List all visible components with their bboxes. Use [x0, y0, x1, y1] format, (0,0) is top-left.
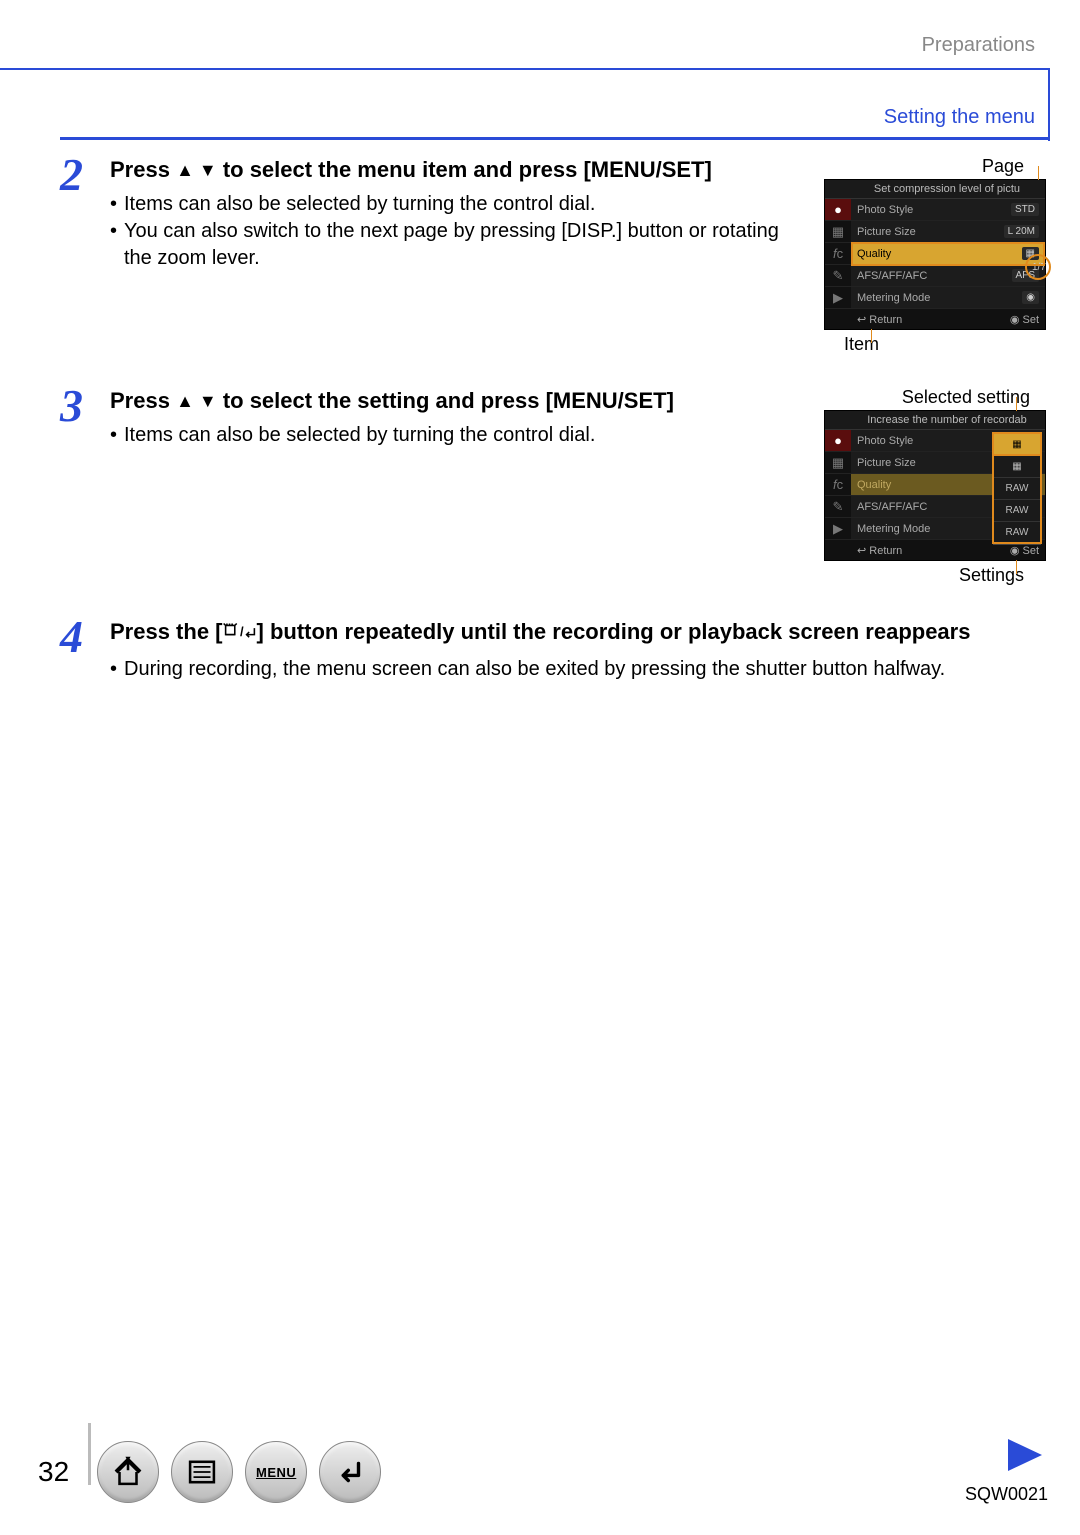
figure-label-item: Item: [820, 334, 1050, 355]
callout-line: [1038, 166, 1039, 180]
content-area: 2 Press ▲ ▼ to select the menu item and …: [60, 152, 1050, 711]
camera-menu-screenshot-1: Set compression level of pictu ● ▦ fc ✎ …: [824, 179, 1046, 330]
step-number: 3: [60, 383, 110, 429]
cam-header: Set compression level of pictu: [825, 180, 1045, 199]
cam-tab-setup-icon: ✎: [825, 496, 851, 518]
cam-tab-motion-icon: ▦: [825, 452, 851, 474]
step-number: 4: [60, 614, 110, 660]
home-icon: [111, 1455, 145, 1489]
step-3-bullets: Items can also be selected by turning th…: [110, 422, 802, 449]
section-header: Preparations: [922, 34, 1035, 57]
delete-return-icon: /: [223, 621, 257, 650]
cam-tab-rec-icon: ●: [825, 430, 851, 452]
step-3: 3 Press ▲ ▼ to select the setting and pr…: [60, 383, 1050, 586]
cam-tab-motion-icon: ▦: [825, 221, 851, 243]
toc-button[interactable]: [171, 1441, 233, 1503]
toc-icon: [185, 1455, 219, 1489]
footer-divider: [88, 1423, 91, 1485]
up-down-icon: ▲ ▼: [176, 391, 217, 411]
step-4-bullets: During recording, the menu screen can al…: [110, 656, 1050, 683]
svg-text:/: /: [240, 624, 244, 639]
next-page-arrow[interactable]: [1008, 1439, 1042, 1471]
step-2-bullets: Items can also be selected by turning th…: [110, 191, 802, 272]
step-4: 4 Press the [/] button repeatedly until …: [60, 614, 1050, 683]
back-button[interactable]: [319, 1441, 381, 1503]
item-callout-rect: [851, 242, 1045, 266]
menu-button[interactable]: MENU: [245, 1441, 307, 1503]
camera-menu-screenshot-2: Increase the number of recordab ● ▦ fc ✎…: [824, 410, 1046, 561]
cam-set: ◉ Set: [1010, 313, 1039, 326]
document-code: SQW0021: [965, 1484, 1048, 1505]
divider: [60, 137, 1050, 140]
step-number: 2: [60, 152, 110, 198]
header-rule: [0, 68, 1050, 70]
bullet-item: You can also switch to the next page by …: [110, 218, 802, 272]
cam-tab-custom-icon: fc: [825, 243, 851, 265]
cam-menu-row: Metering Mode◉: [851, 287, 1045, 309]
subsection-link[interactable]: Setting the menu: [884, 106, 1035, 129]
page-number: 32: [38, 1456, 69, 1488]
bullet-item: Items can also be selected by turning th…: [110, 422, 802, 449]
cam-menu-row: Photo StyleSTD: [851, 199, 1045, 221]
home-button[interactable]: [97, 1441, 159, 1503]
cam-tab-setup-icon: ✎: [825, 265, 851, 287]
menu-label: MENU: [256, 1465, 296, 1480]
bullet-item: During recording, the menu screen can al…: [110, 656, 1050, 683]
cam-tab-custom-icon: fc: [825, 474, 851, 496]
cam-set: ◉ Set: [1010, 544, 1039, 557]
back-icon: [333, 1455, 367, 1489]
page-footer: 32 MENU: [0, 1437, 1080, 1507]
step-3-figure: Selected setting Increase the number of …: [820, 387, 1050, 586]
cam-menu-row: AFS/AFF/AFCAFS: [851, 265, 1045, 287]
callout-line: [1016, 560, 1017, 574]
callout-line: [871, 329, 872, 343]
callout-line: [1016, 397, 1017, 411]
cam-header: Increase the number of recordab: [825, 411, 1045, 430]
cam-return: Return: [857, 313, 902, 326]
step-4-title: Press the [/] button repeatedly until th…: [110, 618, 1050, 650]
figure-label-page: Page: [820, 156, 1050, 177]
settings-callout: [992, 432, 1042, 544]
cam-return: Return: [857, 544, 902, 557]
cam-tab-playback-icon: ▶: [825, 518, 851, 540]
cam-tab-rec-icon: ●: [825, 199, 851, 221]
step-3-title: Press ▲ ▼ to select the setting and pres…: [110, 387, 802, 416]
cam-tab-playback-icon: ▶: [825, 287, 851, 309]
step-2-title: Press ▲ ▼ to select the menu item and pr…: [110, 156, 802, 185]
bullet-item: Items can also be selected by turning th…: [110, 191, 802, 218]
up-down-icon: ▲ ▼: [176, 160, 217, 180]
step-2: 2 Press ▲ ▼ to select the menu item and …: [60, 152, 1050, 355]
cam-menu-row: Picture SizeL 20M: [851, 221, 1045, 243]
step-2-figure: Page Set compression level of pictu ● ▦ …: [820, 156, 1050, 355]
manual-page: Preparations Setting the menu 2 Press ▲ …: [0, 0, 1080, 1535]
